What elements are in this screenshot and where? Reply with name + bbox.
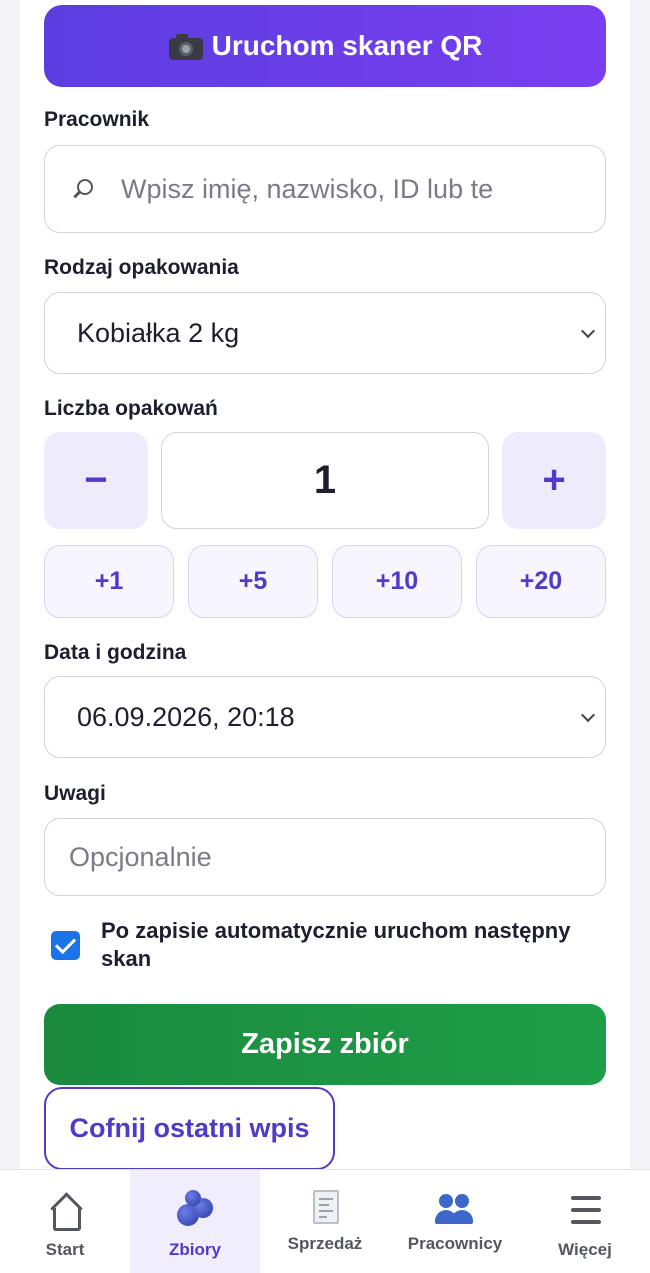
quantity-input[interactable]: 1: [161, 432, 489, 529]
packaging-select[interactable]: Kobiałka 2 kg: [44, 292, 606, 374]
nav-label-pracownicy: Pracownicy: [407, 1234, 503, 1253]
menu-icon: [565, 1192, 605, 1232]
auto-scan-checkbox[interactable]: [51, 931, 80, 960]
datetime-value: 06.09.2026, 20:18: [77, 701, 295, 732]
nav-item-zbiory[interactable]: Zbiory: [130, 1170, 260, 1273]
scan-qr-button[interactable]: Uruchom skaner QR: [44, 5, 606, 87]
quick-add-10-button[interactable]: +10: [332, 545, 462, 618]
undo-last-entry-button[interactable]: Cofnij ostatni wpis: [44, 1087, 335, 1170]
quantity-label: Liczba opakowań: [44, 397, 218, 420]
people-icon: [435, 1190, 475, 1230]
quick-add-20-button[interactable]: +20: [476, 545, 606, 618]
increment-button[interactable]: +: [502, 432, 606, 529]
chevron-down-icon: [580, 707, 596, 723]
nav-label-start: Start: [45, 1240, 85, 1259]
packaging-selected-value: Kobiałka 2 kg: [77, 317, 240, 348]
packaging-label: Rodzaj opakowania: [44, 256, 239, 279]
nav-label-zbiory: Zbiory: [169, 1240, 221, 1259]
datetime-select[interactable]: 06.09.2026, 20:18: [44, 676, 606, 758]
worker-search-placeholder: Wpisz imię, nazwisko, ID lub te: [121, 173, 494, 204]
worker-search-input[interactable]: Wpisz imię, nazwisko, ID lub te: [44, 145, 606, 233]
quick-add-1-button[interactable]: +1: [44, 545, 174, 618]
datetime-label: Data i godzina: [44, 641, 187, 664]
notes-placeholder: Opcjonalnie: [69, 841, 212, 872]
nav-label-wiecej: Więcej: [558, 1240, 612, 1259]
nav-item-wiecej[interactable]: Więcej: [520, 1170, 650, 1273]
auto-scan-label[interactable]: Po zapisie automatycznie uruchom następn…: [101, 917, 601, 973]
search-icon: [69, 175, 97, 203]
worker-label: Pracownik: [44, 108, 150, 131]
decrement-button[interactable]: −: [44, 432, 148, 529]
notes-label: Uwagi: [44, 782, 106, 805]
receipt-icon: [305, 1188, 345, 1228]
bottom-navigation: Start Zbiory Sprzedaż Pracownicy Więcej: [0, 1169, 650, 1273]
home-icon: [45, 1192, 85, 1232]
chevron-down-icon: [580, 323, 596, 339]
blueberries-icon: [175, 1190, 215, 1232]
camera-icon: [168, 32, 204, 60]
scan-qr-label: Uruchom skaner QR: [211, 30, 483, 61]
quick-add-5-button[interactable]: +5: [188, 545, 318, 618]
notes-input[interactable]: Opcjonalnie: [44, 818, 606, 896]
nav-item-pracownicy[interactable]: Pracownicy: [390, 1170, 520, 1273]
save-harvest-button[interactable]: Zapisz zbiór: [44, 1004, 606, 1085]
nav-item-start[interactable]: Start: [0, 1170, 130, 1273]
nav-label-sprzedaz: Sprzedaż: [287, 1234, 363, 1253]
nav-item-sprzedaz[interactable]: Sprzedaż: [260, 1170, 390, 1273]
